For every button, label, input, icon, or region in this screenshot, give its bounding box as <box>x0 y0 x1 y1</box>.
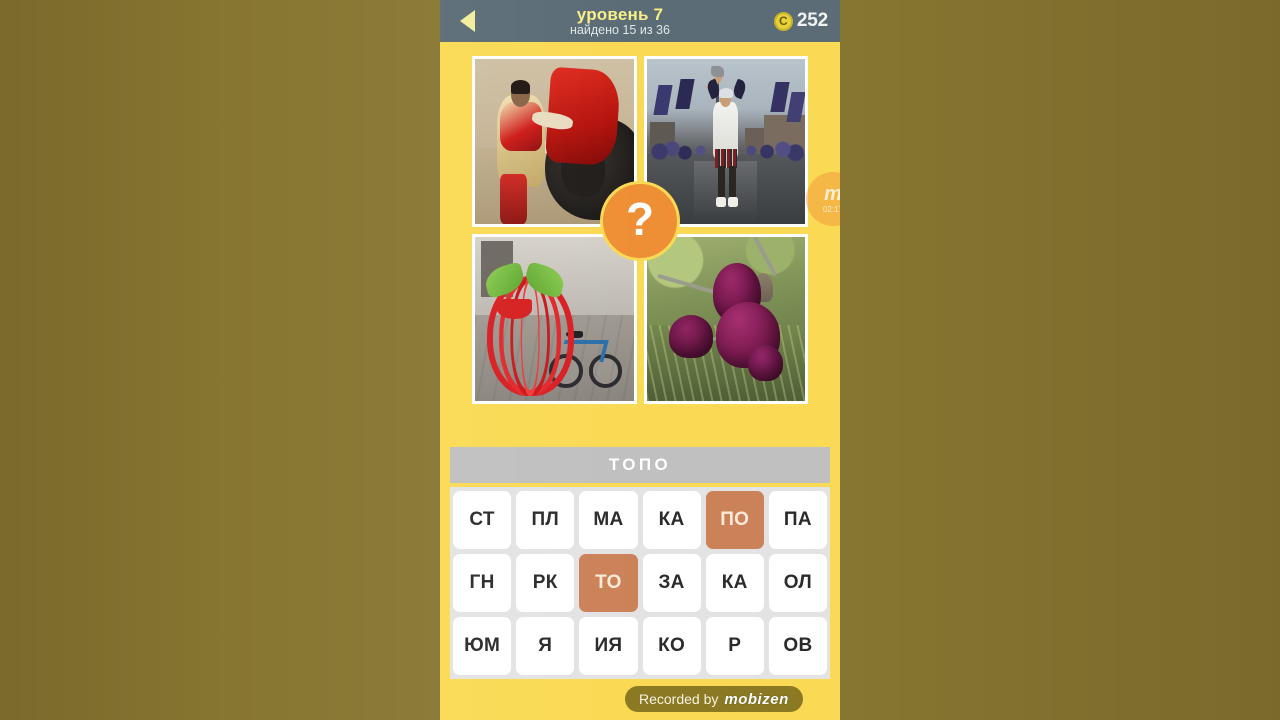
letter-tile[interactable]: КА <box>642 491 701 549</box>
banner-flag-3 <box>770 82 791 112</box>
answer-text: ТОПО <box>608 455 672 474</box>
letter-tile[interactable]: СТ <box>453 491 512 549</box>
recording-timer: 02:17 <box>822 205 840 214</box>
mobizen-logo-icon: m <box>824 184 840 204</box>
mobizen-brand-label: mobizen <box>724 690 789 708</box>
back-triangle-icon <box>459 10 475 32</box>
screen-root: уровень 7 найдено 15 из 36 C 252 ? 02:1 … <box>0 0 1280 720</box>
back-button[interactable] <box>450 4 484 38</box>
letter-tile[interactable]: ПО <box>705 491 764 549</box>
matador-hair <box>510 80 531 94</box>
letter-tile-grid: СТ ПЛ МА КА ПО ПА ГН РК ТО ЗА КА ОЛ ЮМ Я ИЯ КО Р ОВ <box>450 487 830 679</box>
tulip-plate <box>497 298 533 319</box>
letter-tile[interactable]: ПА <box>768 491 827 549</box>
letter-tile[interactable]: РК <box>516 554 575 612</box>
coin-icon: C <box>773 11 793 31</box>
letter-tile[interactable]: ОВ <box>768 617 827 675</box>
coin-count: 252 <box>796 10 828 31</box>
magnolia-bloom-lower <box>747 345 783 382</box>
letter-tile[interactable]: КО <box>642 617 701 675</box>
answer-slot-bar[interactable]: ТОПО <box>450 447 830 483</box>
mobizen-watermark: Recorded by mobizen <box>625 686 803 712</box>
matador-leg <box>500 174 528 224</box>
letter-tile[interactable]: ГН <box>453 554 512 612</box>
letter-tile[interactable]: ЮМ <box>453 617 512 675</box>
letter-tile[interactable]: Я <box>516 617 575 675</box>
letter-tile[interactable]: ЗА <box>642 554 701 612</box>
matador-jacket <box>500 101 542 152</box>
recording-indicator[interactable]: m 02:17 <box>806 172 840 226</box>
hint-button[interactable]: ? <box>600 181 680 261</box>
puzzle-photo-3[interactable] <box>472 233 637 404</box>
header-titles: уровень 7 найдено 15 из 36 <box>484 6 756 37</box>
tulip-bike-rack <box>481 261 579 397</box>
magnolia-bloom-left <box>668 315 714 359</box>
puzzle-photo-4[interactable] <box>643 233 808 404</box>
phone-viewport: уровень 7 найдено 15 из 36 C 252 ? 02:1 … <box>440 0 840 720</box>
letter-tile[interactable]: ИЯ <box>579 617 638 675</box>
level-title: уровень 7 <box>576 4 664 24</box>
letter-tile[interactable]: КА <box>705 554 764 612</box>
photo-4-scene <box>646 236 805 401</box>
letter-tile[interactable]: ПЛ <box>516 491 575 549</box>
letter-tile[interactable]: ОЛ <box>768 554 827 612</box>
level-progress: найдено 15 из 36 <box>570 23 670 38</box>
recorded-by-label: Recorded by <box>639 691 719 707</box>
letter-tile[interactable]: ТО <box>579 554 638 612</box>
letter-tile[interactable]: МА <box>579 491 638 549</box>
axe-icon <box>711 65 725 78</box>
letter-tile[interactable]: Р <box>705 617 764 675</box>
photo-3-scene <box>475 236 634 401</box>
leader-kilt <box>714 149 737 168</box>
banner-flag-1 <box>653 85 673 115</box>
leader-boot-left <box>716 197 726 208</box>
coin-balance[interactable]: C 252 <box>756 10 830 32</box>
helmet-wing-right <box>730 78 748 100</box>
app-header: уровень 7 найдено 15 из 36 C 252 <box>440 0 840 42</box>
leader-boot-right <box>728 197 738 208</box>
viking-helmet <box>718 87 733 98</box>
question-mark-icon: ? <box>625 193 655 245</box>
banner-flag-2 <box>675 78 696 109</box>
